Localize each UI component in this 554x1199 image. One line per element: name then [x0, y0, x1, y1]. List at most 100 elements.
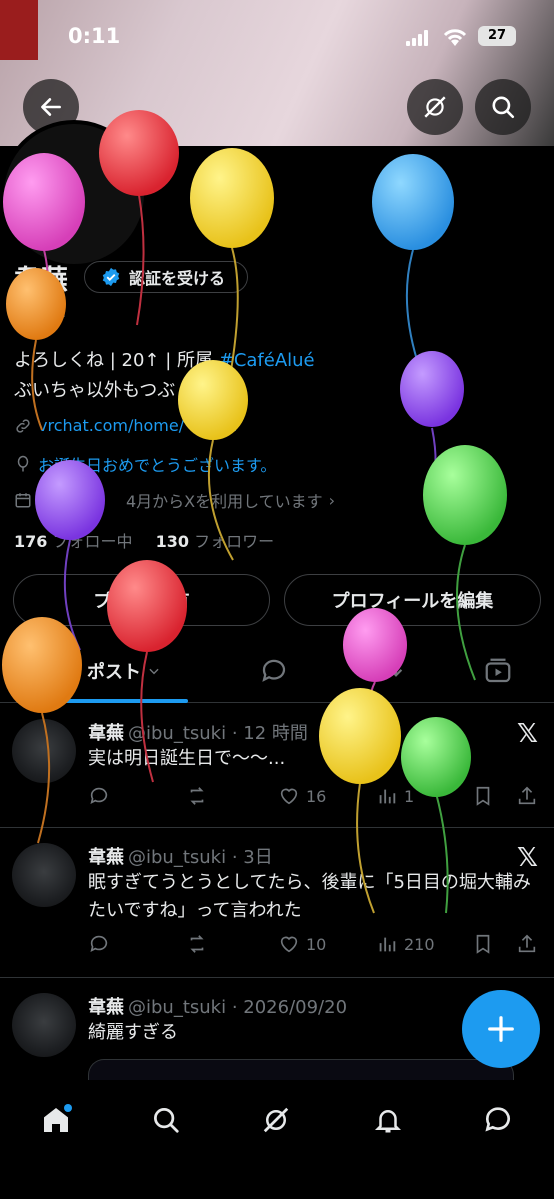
post-text: 実は明日誕生日で〜〜...	[88, 748, 286, 769]
bio-line-2: ぶいちゃ以外もつぶ ます	[14, 380, 218, 401]
nav-home[interactable]	[36, 1100, 76, 1140]
nav-messages[interactable]	[478, 1100, 518, 1140]
profile-name: 韋蕪	[14, 265, 68, 296]
post-header: 韋蕪 @ibu_tsuki · 12 時間	[88, 719, 308, 745]
views-icon	[379, 789, 396, 804]
post-author[interactable]: 韋蕪	[88, 997, 124, 1018]
tab-replies[interactable]	[244, 640, 304, 702]
search-icon	[154, 1108, 179, 1133]
wifi-icon	[443, 29, 467, 46]
bookmark-button[interactable]	[472, 933, 494, 955]
notifications-icon	[374, 1110, 402, 1133]
notification-dot	[64, 1104, 72, 1112]
back-arrow-icon	[41, 98, 61, 116]
post-meta: @ibu_tsuki · 12 時間	[128, 723, 308, 744]
edit-profile-button[interactable]: プロフィールを編集	[284, 574, 541, 626]
reply-button[interactable]	[88, 785, 110, 807]
repost-icon	[190, 787, 204, 805]
view-count: 210	[404, 934, 435, 954]
post-meta: @ibu_tsuki · 3日	[128, 847, 273, 868]
bottom-nav	[0, 1080, 554, 1199]
profile-avatar[interactable]	[0, 120, 148, 268]
tab-posts[interactable]: ポスト	[58, 640, 190, 703]
get-verified-button[interactable]: 認証を受ける	[84, 261, 248, 293]
followers-label[interactable]: フォロワー	[194, 532, 274, 551]
post-header: 韋蕪 @ibu_tsuki · 3日	[88, 843, 273, 869]
link-icon	[16, 418, 30, 433]
grok-icon	[263, 1107, 289, 1133]
verified-badge-icon	[102, 267, 120, 287]
post-meta: @ibu_tsuki · 2026/09/20	[128, 997, 348, 1018]
nav-notifications[interactable]	[368, 1100, 408, 1140]
bookmark-button[interactable]	[472, 785, 494, 807]
like-icon	[280, 788, 298, 805]
following-count[interactable]: 176	[14, 532, 47, 551]
grok-icon	[424, 96, 446, 118]
post-item[interactable]: 韋蕪 @ibu_tsuki · 3日 𝕏 眠すぎてうとうとしてたら、後輩に「5日目…	[0, 827, 554, 978]
tab-posts-label: ポスト	[87, 662, 141, 683]
banner-sign	[0, 0, 38, 60]
views-icon	[379, 937, 396, 952]
joined-text: 4月からXを利用しています	[126, 492, 323, 511]
share-icon	[518, 786, 536, 805]
battery-indicator: 27	[478, 26, 516, 46]
like-button[interactable]: 16	[278, 785, 326, 807]
view-count: 1	[404, 786, 415, 806]
followers-count[interactable]: 130	[156, 532, 189, 551]
reply-icon	[262, 659, 286, 682]
like-button[interactable]: 10	[278, 933, 326, 955]
bio-text: よろしくね | 20↑ | 所属	[14, 350, 219, 371]
post-avatar[interactable]	[12, 719, 76, 783]
post-text: 眠すぎてうとうとしてたら、後輩に「5日目の堀大輔みたいですね」って言われた	[88, 872, 531, 921]
share-profile-button[interactable]: プロフ 共有	[13, 574, 270, 626]
profile-link[interactable]: vrchat.com/home/ usr_...	[14, 416, 238, 435]
repost-button[interactable]	[186, 785, 208, 807]
post-author[interactable]: 韋蕪	[88, 847, 124, 868]
chevron-down-icon	[149, 668, 159, 675]
signal-icon	[406, 30, 428, 46]
views-button[interactable]: 210	[376, 933, 435, 955]
bio-line-1: よろしくね | 20↑ | 所属 #CaféAlué	[14, 346, 315, 372]
post-avatar[interactable]	[12, 843, 76, 907]
share-button[interactable]	[516, 933, 538, 955]
post-author[interactable]: 韋蕪	[88, 723, 124, 744]
following-label[interactable]: フォロー中	[53, 532, 133, 551]
share-icon	[518, 934, 536, 953]
balloon	[372, 154, 454, 361]
profile-link-text[interactable]: vrchat.com/home/ usr_...	[38, 416, 238, 435]
birthday-text: お誕生日おめでとうございます。	[38, 456, 277, 475]
bookmark-icon	[476, 786, 490, 806]
share-button[interactable]	[516, 785, 538, 807]
grok-button[interactable]	[407, 79, 463, 135]
media-icon	[389, 663, 403, 677]
views-button[interactable]: 1	[376, 785, 414, 807]
like-icon	[280, 936, 298, 953]
birthday-row: お誕生日おめでとうございます。	[14, 452, 276, 476]
nav-search[interactable]	[146, 1100, 186, 1140]
status-time: 0:11	[68, 24, 121, 48]
follow-counts: 176 フォロー中 130 フォロワー	[14, 528, 274, 552]
calendar-icon	[15, 493, 31, 508]
repost-button[interactable]	[186, 933, 208, 955]
bookmark-icon	[476, 934, 490, 954]
profile-tabs: ポスト	[0, 640, 554, 703]
compose-button[interactable]	[462, 990, 540, 1068]
joined-row[interactable]: 4月からXを利用しています ›	[14, 488, 335, 512]
reply-icon	[90, 935, 108, 952]
tab-highlights[interactable]	[468, 640, 528, 702]
like-count: 16	[306, 786, 327, 806]
nav-grok[interactable]	[256, 1100, 296, 1140]
search-button[interactable]	[475, 79, 531, 135]
chevron-right-icon: ›	[328, 490, 336, 510]
post-header: 韋蕪 @ibu_tsuki · 2026/09/20	[88, 993, 347, 1019]
post-avatar[interactable]	[12, 993, 76, 1057]
balloon-icon	[17, 455, 29, 472]
like-count: 10	[306, 934, 327, 954]
reply-button[interactable]	[88, 933, 110, 955]
post-item[interactable]: 韋蕪 @ibu_tsuki · 12 時間 𝕏 実は明日誕生日で〜〜... 16 …	[0, 703, 554, 828]
reply-icon	[90, 787, 108, 804]
tab-media[interactable]	[366, 640, 426, 702]
bio-hashtag-link[interactable]: #CaféAlué	[219, 350, 315, 371]
search-icon	[492, 96, 515, 119]
video-icon	[485, 658, 511, 683]
